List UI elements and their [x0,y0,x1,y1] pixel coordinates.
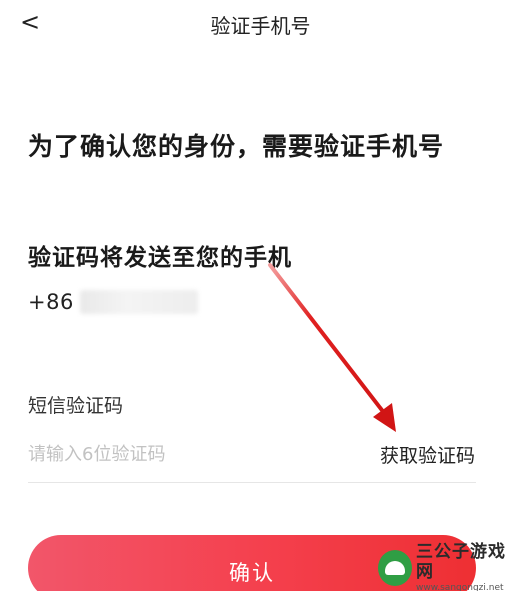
nav-bar: < 验证手机号 [0,0,521,48]
arrow-shaft [268,263,390,420]
sms-code-label: 短信验证码 [28,395,124,417]
android-logo-icon [378,550,412,586]
phone-prefix: +86 [28,290,74,314]
arrow-head [373,403,396,432]
phone-number-mask [79,290,198,314]
site-watermark: 三公子游戏网 www.sangongzi.net [378,542,518,591]
get-code-button[interactable]: 获取验证码 [380,441,475,468]
input-divider [28,482,476,483]
send-code-subhead: 验证码将发送至您的手机 [28,245,292,271]
sms-code-input[interactable] [28,438,358,470]
page-title: 验证手机号 [210,14,311,38]
watermark-url: www.sangongzi.net [416,583,504,591]
watermark-name: 三公子游戏网 [416,542,506,582]
phone-number-row: +86 [28,287,198,317]
verification-headline: 为了确认您的身份，需要验证手机号 [28,132,445,161]
